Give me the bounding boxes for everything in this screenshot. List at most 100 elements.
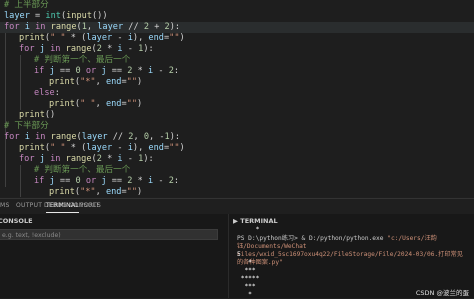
code-token: in: [50, 154, 61, 164]
terminal-text: ***: [237, 267, 256, 274]
code-token: *: [132, 66, 148, 76]
code-token: ):: [169, 22, 181, 32]
code-token: "*": [80, 77, 96, 87]
terminal-line: *****: [237, 275, 260, 283]
terminal-line: ***: [237, 283, 256, 291]
watermark: CSDN @波兰的蛋: [415, 289, 469, 297]
code-token: ,: [95, 77, 106, 87]
code-line: for i in range(1, layer // 2 + 2):: [4, 22, 180, 33]
terminal-line: 5: [237, 251, 241, 259]
code-token: range: [65, 44, 92, 54]
code-token: layer: [4, 11, 30, 21]
debug-console-panel: CONSOLE e.g. text, !exclude): [0, 214, 228, 298]
code-token: # 上半部分: [4, 0, 49, 10]
overflow-marker: ...: [4, 196, 21, 197]
code-token: "*": [80, 187, 96, 197]
code-line: if j == 0 or j == 2 * i - 2:: [34, 176, 179, 187]
code-token: ): [137, 77, 143, 87]
filter-input[interactable]: e.g. text, !exclude): [0, 229, 218, 240]
code-token: "": [169, 33, 180, 43]
code-token: "": [169, 143, 180, 153]
code-token: ),: [132, 33, 149, 43]
code-token: print: [19, 143, 45, 153]
code-line: print("*", end=""): [49, 77, 142, 88]
code-token: " ": [50, 33, 66, 43]
code-token: layer: [97, 22, 124, 32]
code-token: (): [44, 110, 56, 120]
code-token: print: [49, 99, 75, 109]
code-token: range: [65, 154, 92, 164]
code-line: layer = int(input()): [4, 11, 108, 22]
indent-guide: [20, 55, 21, 110]
code-token: layer: [86, 33, 113, 43]
terminal-title-text: TERMINAL: [240, 217, 278, 225]
tab-output[interactable]: OUTPUT: [16, 202, 42, 209]
code-token: ==: [106, 66, 128, 76]
code-token: "": [126, 99, 138, 109]
code-token: ,: [95, 187, 106, 197]
code-token: end: [148, 143, 164, 153]
code-token: if: [34, 66, 45, 76]
code-line: # 上半部分: [4, 0, 49, 11]
code-line: for j in range(2 * i - 1):: [19, 154, 154, 165]
code-line: # 判断第一个、最后一个: [34, 55, 130, 66]
tab-terminal[interactable]: TERMINAL: [46, 202, 79, 213]
code-editor[interactable]: # 上半部分 layer = int(input()) for i in range…: [0, 0, 474, 197]
code-token: ): [179, 33, 185, 43]
code-token: print: [49, 187, 75, 197]
code-line: print(" " * (layer - i), end=""): [19, 143, 185, 154]
code-token: layer: [81, 132, 108, 142]
code-token: +: [149, 22, 165, 32]
code-token: for: [19, 44, 35, 54]
code-token: or: [85, 176, 97, 186]
code-token: for: [19, 154, 35, 164]
code-token: layer: [86, 143, 113, 153]
code-token: //: [107, 132, 129, 142]
code-token: *: [101, 154, 118, 164]
terminal-panel[interactable]: ▶ TERMINAL * PS D:\python练习> & D:/python/…: [228, 214, 474, 298]
code-token: -: [112, 143, 128, 153]
code-token: ==: [54, 66, 76, 76]
terminal-line: *: [237, 259, 252, 267]
code-token: "": [126, 77, 138, 87]
code-token: in: [35, 132, 46, 142]
terminal-line: ***: [237, 267, 256, 275]
code-line: for j in range(2 * i - 1):: [19, 44, 154, 55]
code-token: in: [50, 44, 61, 54]
code-token: # 下半部分: [4, 121, 49, 131]
code-token: end: [105, 77, 122, 87]
code-token: input: [66, 11, 92, 21]
terminal-line: *: [237, 226, 260, 234]
code-token: else: [34, 88, 55, 98]
code-token: ),: [132, 143, 149, 153]
code-token: ):: [143, 154, 154, 164]
code-token: ):: [143, 44, 154, 54]
code-token: ): [137, 187, 143, 197]
terminal-text: 5: [237, 251, 241, 258]
code-token: range: [50, 132, 77, 142]
code-token: :: [173, 176, 180, 186]
code-token: *: [132, 176, 148, 186]
code-line: for i in range(layer // 2, 0, -1):: [4, 132, 180, 143]
code-line: if j == 0 or j == 2 * i - 2:: [34, 66, 179, 77]
code-token: ): [179, 143, 185, 153]
code-token: ,: [95, 99, 106, 109]
terminal-text: *: [237, 226, 260, 233]
code-token: int: [45, 11, 61, 21]
code-token: -: [122, 154, 139, 164]
code-token: end: [105, 187, 122, 197]
code-line: else:: [34, 88, 60, 99]
code-token: print: [19, 33, 45, 43]
tab-problems[interactable]: MS: [0, 202, 10, 209]
code-token: in: [35, 22, 46, 32]
code-token: * (: [65, 143, 87, 153]
terminal-text: ***: [237, 283, 256, 290]
tab-ports[interactable]: PORTS: [80, 202, 101, 209]
code-token: for: [4, 132, 20, 142]
code-token: ==: [54, 176, 76, 186]
code-token: ()): [92, 11, 108, 21]
code-token: print: [19, 110, 45, 120]
terminal-line: PS D:\python练习> & D:/python/python.exe "…: [237, 235, 469, 267]
code-line: # 判断第一个、最后一个: [34, 165, 130, 176]
terminal-text: *****: [237, 275, 260, 282]
